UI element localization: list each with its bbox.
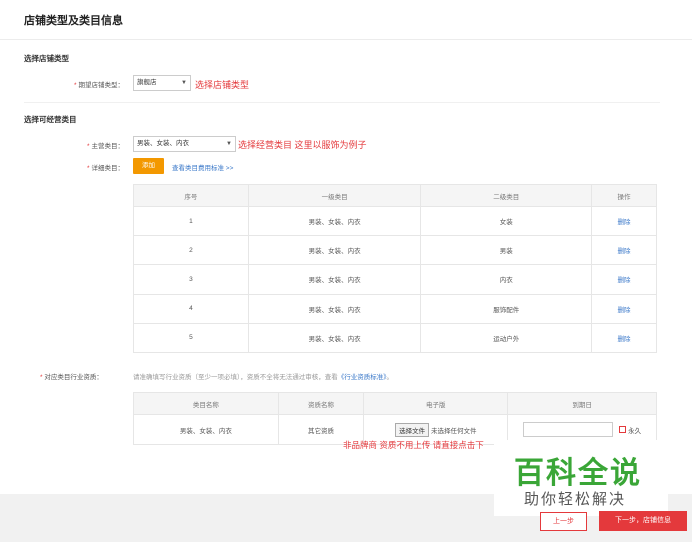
qualification-note-end: 。: [386, 374, 394, 381]
table-row: 3 男装、女装、内衣 内衣 删除: [133, 264, 657, 295]
section-title-shop-type: 选择店铺类型: [24, 54, 69, 63]
shop-type-label-text: 期望店铺类型：: [78, 82, 125, 89]
level2-cell: 运动户外: [420, 322, 593, 353]
row-number: 4: [133, 293, 249, 324]
qualification-table: 类目名称 资质名称 电子版 到期日 男装、女装、内衣 其它资质 选择文件 未选择…: [133, 392, 657, 445]
main-category-label-text: 主营类目：: [91, 143, 125, 150]
next-step-button[interactable]: 下一步，店铺信息: [599, 511, 687, 531]
row-number: 3: [133, 264, 249, 295]
level1-cell: 男装、女装、内衣: [247, 205, 422, 237]
column-header: 电子版: [363, 392, 509, 415]
column-header: 一级类目: [247, 184, 422, 207]
add-category-button[interactable]: 添加: [133, 158, 164, 174]
table-row: 2 男装、女装、内衣 男装 删除: [133, 235, 657, 266]
required-mark: *: [86, 143, 90, 150]
main-category-select-value: 男装、女装、内衣: [137, 140, 189, 147]
qualification-label-text: 对应类目行业资质：: [44, 374, 103, 381]
title-divider: [0, 39, 692, 40]
row-number: 1: [133, 205, 249, 237]
column-header: 类目名称: [133, 392, 279, 415]
detail-category-label: * 详细类目：: [0, 162, 124, 172]
row-number: 5: [133, 322, 249, 353]
column-header: 二级类目: [420, 184, 593, 207]
section-title-category: 选择可经营类目: [24, 115, 77, 124]
detail-category-label-text: 详细类目：: [91, 165, 125, 172]
permanent-label: 永久: [628, 427, 642, 435]
level2-cell: 女装: [420, 205, 593, 237]
section-divider: [24, 102, 660, 103]
table-row: 4 男装、女装、内衣 服饰配件 删除: [133, 293, 657, 324]
watermark-logo: 百科全说 助你轻松解决: [494, 440, 668, 516]
level1-cell: 男装、女装、内衣: [247, 322, 422, 353]
shop-type-select-value: 旗舰店: [137, 79, 157, 86]
shop-type-annotation: 选择店铺类型: [195, 80, 250, 90]
qualification-note-text: 请准确填写行业资质（至少一项必填），资质不全将无法通过审核，查看: [133, 374, 338, 381]
bottom-annotation: 非品牌商 资质不用上传 请直接点击下: [343, 440, 484, 450]
level2-cell: 服饰配件: [420, 293, 593, 324]
page-title: 店铺类型及类目信息: [24, 15, 123, 27]
column-header: 资质名称: [277, 392, 365, 415]
shop-type-select[interactable]: 旗舰店 ▼: [133, 75, 191, 91]
delete-link[interactable]: 删除: [618, 248, 631, 255]
main-category-select[interactable]: 男装、女装、内衣 ▼: [133, 136, 236, 152]
shop-type-label: * 期望店铺类型：: [0, 79, 124, 89]
category-table: 序号 一级类目 二级类目 操作 1 男装、女装、内衣 女装 删除 2 男装、女装…: [133, 184, 657, 353]
delete-link[interactable]: 删除: [618, 336, 631, 343]
main-category-label: * 主营类目：: [0, 140, 124, 150]
category-rate-link[interactable]: 查看类目费用标准 >>: [172, 162, 233, 172]
main-panel: 店铺类型及类目信息 选择店铺类型 * 期望店铺类型： 旗舰店 ▼ 选择店铺类型 选…: [0, 0, 692, 494]
qualification-note: 请准确填写行业资质（至少一项必填），资质不全将无法通过审核，查看《行业资质标准》…: [133, 371, 393, 381]
table-row: 5 男装、女装、内衣 运动户外 删除: [133, 322, 657, 353]
watermark-slogan: 助你轻松解决: [524, 491, 627, 508]
table-header-row: 序号 一级类目 二级类目 操作: [133, 184, 657, 207]
qualification-standard-link[interactable]: 《行业资质标准》: [338, 374, 387, 381]
expiry-date-input[interactable]: [523, 422, 614, 437]
category-name-cell: 男装、女装、内衣: [133, 414, 279, 445]
level1-cell: 男装、女装、内衣: [247, 264, 422, 295]
level2-cell: 内衣: [420, 264, 593, 295]
choose-file-button[interactable]: 选择文件: [395, 422, 430, 437]
table-header-row: 类目名称 资质名称 电子版 到期日: [133, 392, 657, 415]
row-number: 2: [133, 235, 249, 266]
delete-link[interactable]: 删除: [618, 277, 631, 284]
chevron-down-icon: ▼: [226, 141, 232, 147]
qualification-label: * 对应类目行业资质：: [40, 371, 103, 381]
level2-cell: 男装: [420, 235, 593, 266]
file-status: 未选择任何文件: [430, 427, 477, 435]
main-category-annotation: 选择经营类目 这里以服饰为例子: [238, 140, 367, 150]
delete-link[interactable]: 删除: [618, 219, 631, 226]
watermark-title: 百科全说: [514, 457, 642, 490]
required-mark: *: [86, 165, 90, 172]
delete-link[interactable]: 删除: [618, 307, 631, 314]
level1-cell: 男装、女装、内衣: [247, 235, 422, 266]
level1-cell: 男装、女装、内衣: [247, 293, 422, 324]
column-header: 到期日: [507, 392, 657, 415]
column-header: 序号: [133, 184, 249, 207]
required-mark: *: [73, 82, 77, 89]
chevron-down-icon: ▼: [181, 80, 187, 86]
prev-step-button[interactable]: 上一步: [540, 512, 587, 531]
table-row: 1 男装、女装、内衣 女装 删除: [133, 205, 657, 237]
permanent-checkbox[interactable]: [619, 426, 627, 433]
column-header: 操作: [591, 184, 657, 207]
